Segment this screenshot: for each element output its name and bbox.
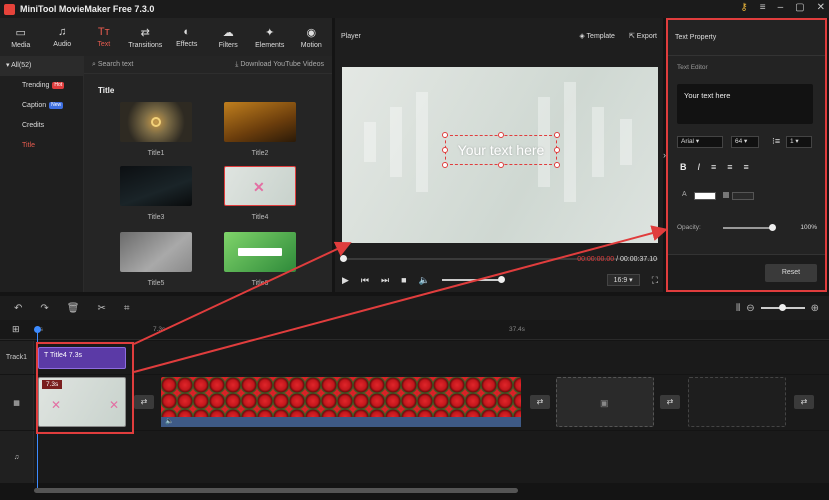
arrow-to-player: [133, 241, 352, 345]
arrow-to-property: [133, 225, 668, 373]
annotation-arrows: [133, 225, 668, 373]
